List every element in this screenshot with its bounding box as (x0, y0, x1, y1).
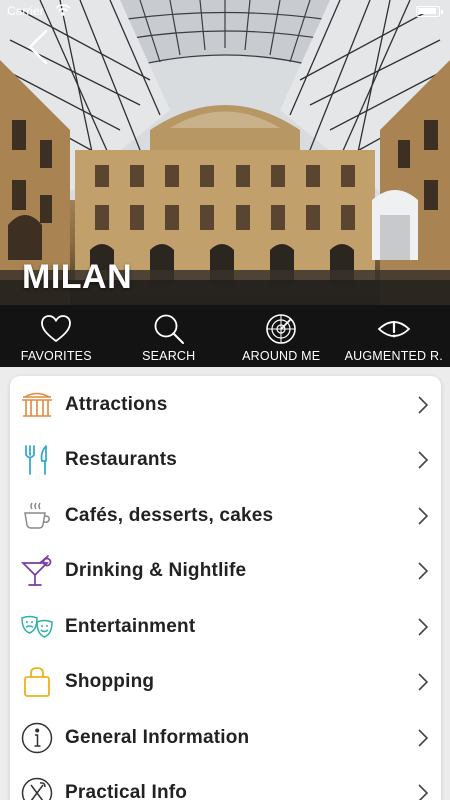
category-label: Practical Info (65, 782, 188, 800)
tab-augmented-reality-label: AUGMENTED R. (344, 349, 443, 363)
category-item-practical-info[interactable]: Practical Info (10, 766, 441, 800)
category-list: Attractions Restaurants Cafés, desserts,… (10, 376, 441, 800)
search-icon (154, 314, 184, 344)
city-title: MILAN (22, 258, 133, 296)
tab-around-me[interactable]: AROUND ME (225, 305, 338, 367)
carrier-label: Carrier (7, 4, 44, 18)
colosseum-icon (20, 388, 54, 422)
category-label: Attractions (65, 393, 168, 415)
category-label: Restaurants (65, 449, 178, 471)
tab-favorites-label: FAVORITES (20, 349, 92, 363)
hero-image: Carrier MILAN (0, 0, 450, 305)
category-item-attractions[interactable]: Attractions (10, 377, 441, 433)
eye-icon (377, 320, 411, 338)
chevron-right-icon (418, 451, 429, 469)
category-item-entertainment[interactable]: Entertainment (10, 599, 441, 655)
category-item-restaurants[interactable]: Restaurants (10, 433, 441, 489)
chevron-right-icon (418, 562, 429, 580)
category-label: Drinking & Nightlife (65, 560, 247, 582)
back-chevron-icon[interactable] (22, 28, 54, 66)
tab-search[interactable]: SEARCH (113, 305, 226, 367)
category-label: General Information (65, 726, 250, 748)
category-label: Cafés, desserts, cakes (65, 504, 274, 526)
coffee-cup-icon (20, 499, 54, 533)
wifi-icon (55, 4, 71, 16)
category-item-cafes[interactable]: Cafés, desserts, cakes (10, 488, 441, 544)
tab-search-label: SEARCH (142, 349, 196, 363)
tab-bar: FAVORITES SEARCH AROUND ME AUGMENTED R. (0, 305, 450, 367)
chevron-right-icon (418, 784, 429, 800)
theatre-masks-icon (20, 610, 54, 644)
tab-around-me-label: AROUND ME (242, 349, 321, 363)
category-item-shopping[interactable]: Shopping (10, 655, 441, 711)
fork-knife-icon (20, 443, 54, 477)
battery-icon (416, 6, 443, 17)
cocktail-icon (20, 554, 54, 588)
chevron-right-icon (418, 396, 429, 414)
status-bar: Carrier (0, 0, 450, 22)
tab-favorites[interactable]: FAVORITES (0, 305, 113, 367)
tools-icon (20, 776, 54, 800)
heart-icon (41, 315, 72, 343)
category-label: Entertainment (65, 615, 196, 637)
category-label: Shopping (65, 671, 155, 693)
category-item-general-information[interactable]: General Information (10, 710, 441, 766)
chevron-right-icon (418, 507, 429, 525)
chevron-right-icon (418, 729, 429, 747)
radar-icon (266, 314, 297, 344)
tab-augmented-reality[interactable]: AUGMENTED R. (338, 305, 450, 367)
info-icon (20, 721, 54, 755)
category-item-drinking-nightlife[interactable]: Drinking & Nightlife (10, 544, 441, 600)
chevron-right-icon (418, 673, 429, 691)
shopping-bag-icon (20, 665, 54, 699)
chevron-right-icon (418, 618, 429, 636)
